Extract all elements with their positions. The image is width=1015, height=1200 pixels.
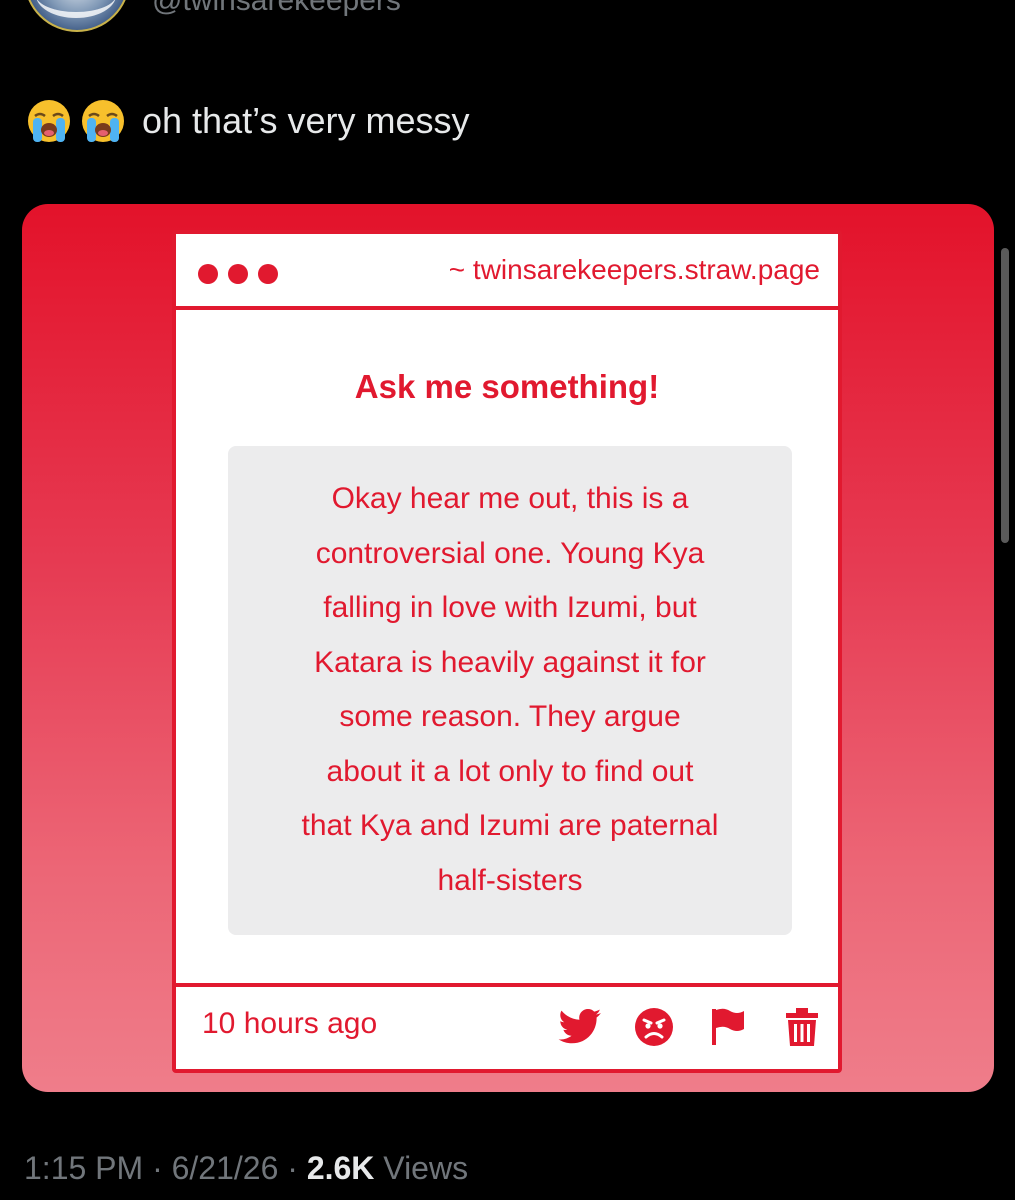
ask-card: ~ twinsarekeepers.straw.page Ask me some… (172, 230, 842, 1073)
avatar[interactable] (24, 0, 130, 32)
views-label: Views (383, 1150, 469, 1186)
tweet-date[interactable]: 6/21/26 (172, 1150, 279, 1186)
question-line: about it a lot only to find out (326, 754, 694, 788)
question-line: Katara is heavily against it for (314, 645, 706, 679)
question-line: that Kya and Izumi are paternal (301, 809, 719, 842)
loudly-crying-face-icon (80, 98, 126, 144)
tweet-body: oh that’s very messy (142, 100, 470, 141)
window-dot (198, 264, 218, 284)
tweet-text: oh that’s very messy (26, 98, 469, 144)
author-handle[interactable]: @twinsarekeepers (152, 0, 401, 18)
scrollbar[interactable] (1001, 248, 1009, 543)
trash-icon (778, 1005, 826, 1049)
card-actions (530, 1005, 826, 1049)
loudly-crying-face-icon (26, 98, 72, 144)
question-line: half-sisters (437, 863, 583, 897)
ask-card-url: ~ twinsarekeepers.straw.page (448, 254, 820, 285)
window-dots (198, 264, 288, 284)
flag-icon (704, 1005, 752, 1049)
time-ago: 10 hours ago (202, 1007, 378, 1040)
ask-card-title: Ask me something! (354, 368, 660, 405)
question-line: Okay hear me out, this is a (331, 482, 689, 515)
twitter-icon (556, 1005, 604, 1049)
window-dot (258, 264, 278, 284)
ask-card-header: ~ twinsarekeepers.straw.page (176, 234, 838, 310)
question-line: controversial one. Young Kya (315, 536, 705, 570)
question-line: some reason. They argue (339, 700, 681, 733)
ask-card-footer: 10 hours ago (176, 983, 838, 1069)
window-dot (228, 264, 248, 284)
avatar-wave-image (36, 0, 116, 18)
angry-face-icon (630, 1005, 678, 1049)
meta-separator: · (152, 1150, 163, 1186)
tweet-media-image[interactable]: ~ twinsarekeepers.straw.page Ask me some… (22, 204, 994, 1092)
question-line: falling in love with Izumi, but (323, 591, 697, 624)
meta-separator: · (287, 1150, 298, 1186)
question-text: Okay hear me out, this is a controversia… (228, 472, 792, 908)
tweet-time[interactable]: 1:15 PM (24, 1150, 143, 1186)
views-count[interactable]: 2.6K (307, 1150, 375, 1186)
tweet-meta: 1:15 PM · 6/21/26 · 2.6K Views (24, 1150, 468, 1187)
question-box: Okay hear me out, this is a controversia… (228, 446, 792, 935)
